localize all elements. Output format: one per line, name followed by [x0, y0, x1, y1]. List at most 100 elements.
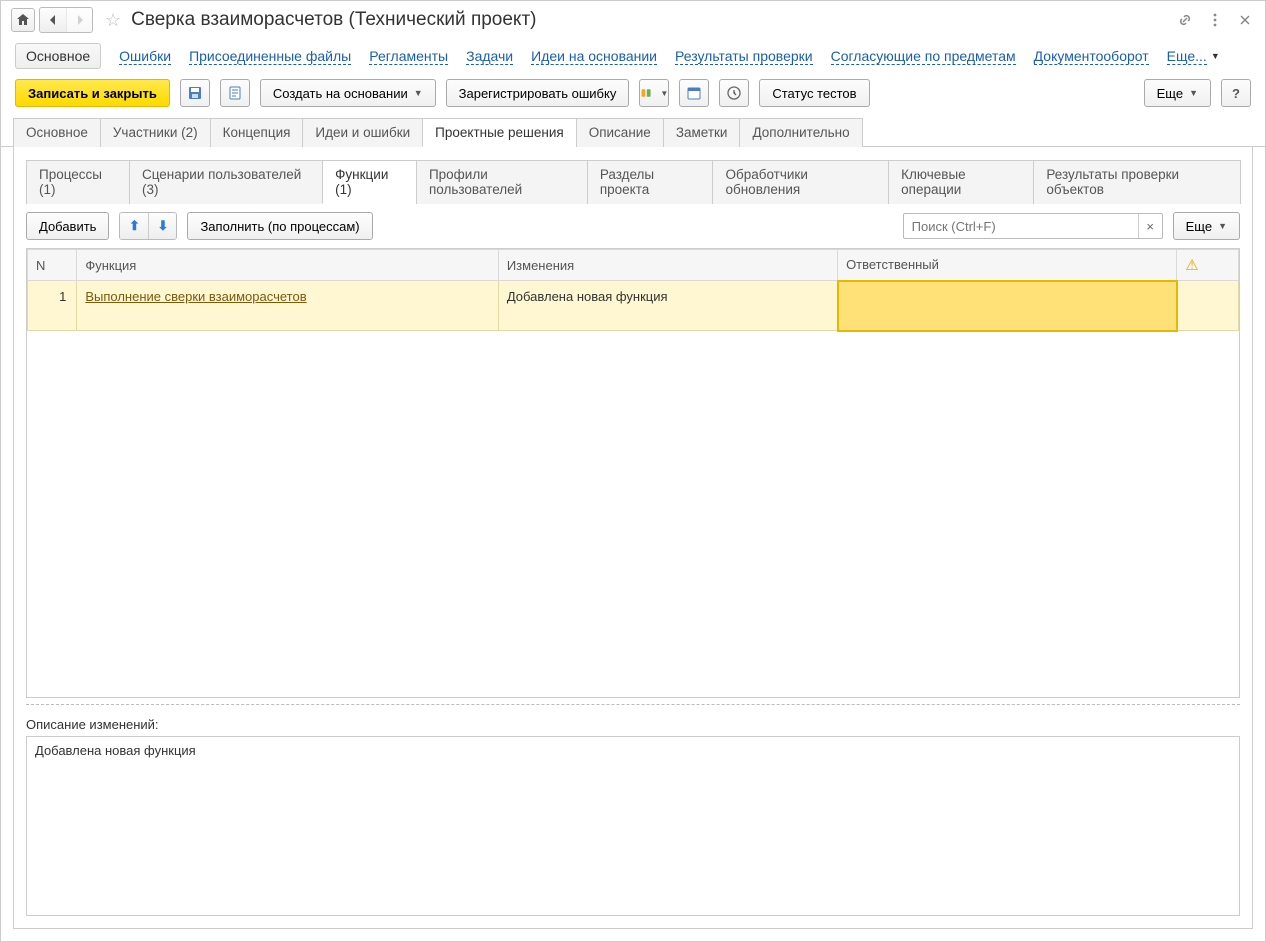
tab-key-operations[interactable]: Ключевые операции [888, 160, 1034, 204]
navlink-active[interactable]: Основное [15, 43, 101, 69]
navlink-files[interactable]: Присоединенные файлы [189, 48, 351, 65]
col-responsible[interactable]: Ответственный [838, 250, 1177, 281]
home-icon [15, 12, 31, 28]
functions-toolbar: Добавить ⬆ ⬇ Заполнить (по процессам) × … [26, 204, 1240, 248]
search-wrap: × [903, 213, 1163, 239]
tab-project-decisions[interactable]: Проектные решения [422, 118, 577, 147]
tab-object-check-results[interactable]: Результаты проверки объектов [1033, 160, 1241, 204]
navlink-tasks[interactable]: Задачи [466, 48, 513, 65]
inner-more-label: Еще [1186, 219, 1212, 234]
functions-table: N Функция Изменения Ответственный ⚠ 1 Вы… [27, 249, 1239, 332]
history-button[interactable] [719, 79, 749, 107]
back-button[interactable] [40, 8, 66, 32]
move-down-button[interactable]: ⬇ [148, 213, 176, 239]
favorite-star-icon[interactable]: ☆ [105, 10, 121, 31]
move-group: ⬆ ⬇ [119, 212, 177, 240]
tab-functions[interactable]: Функции (1) [322, 160, 417, 204]
functions-panel: Добавить ⬆ ⬇ Заполнить (по процессам) × … [26, 204, 1240, 916]
description-label: Описание изменений: [26, 717, 1240, 732]
tests-status-button[interactable]: Статус тестов [759, 79, 869, 107]
functions-table-wrap[interactable]: N Функция Изменения Ответственный ⚠ 1 Вы… [26, 248, 1240, 698]
tab-notes[interactable]: Заметки [663, 118, 741, 147]
arrow-down-icon: ⬇ [158, 218, 169, 234]
cell-responsible[interactable] [838, 281, 1177, 331]
home-button[interactable] [11, 8, 35, 32]
main-tabstrip: Основное Участники (2) Концепция Идеи и … [1, 117, 1265, 147]
tab-participants[interactable]: Участники (2) [100, 118, 211, 147]
register-error-button[interactable]: Зарегистрировать ошибку [446, 79, 630, 107]
tab-concept[interactable]: Концепция [210, 118, 304, 147]
functions-toolbar-right: × Еще ▼ [903, 212, 1240, 240]
main-toolbar: Записать и закрыть Создать на основании … [1, 79, 1265, 117]
chevron-down-icon: ▼ [1211, 51, 1220, 61]
inner-tabstrip: Процессы (1) Сценарии пользователей (3) … [26, 159, 1240, 204]
tab-user-scenarios[interactable]: Сценарии пользователей (3) [129, 160, 323, 204]
create-based-button[interactable]: Создать на основании ▼ [260, 79, 436, 107]
tab-project-sections[interactable]: Разделы проекта [587, 160, 714, 204]
tab-additional[interactable]: Дополнительно [739, 118, 862, 147]
navlink-ideas[interactable]: Идеи на основании [531, 48, 657, 65]
app-window: ☆ Сверка взаиморасчетов (Технический про… [0, 0, 1266, 942]
chevron-down-icon: ▼ [660, 89, 668, 98]
page-title: Сверка взаиморасчетов (Технический проек… [131, 9, 536, 31]
arrow-up-icon: ⬆ [129, 218, 140, 234]
navlink-more-label: Еще... [1167, 48, 1207, 65]
cell-function: Выполнение сверки взаиморасчетов [77, 281, 498, 331]
col-warning[interactable]: ⚠ [1177, 250, 1239, 281]
forward-button[interactable] [66, 8, 92, 32]
kebab-icon [1207, 12, 1223, 28]
clock-icon [726, 85, 742, 101]
col-n[interactable]: N [28, 250, 77, 281]
navlink-docflow[interactable]: Документооборот [1034, 48, 1149, 65]
navlink-regulations[interactable]: Регламенты [369, 48, 448, 65]
chevron-down-icon: ▼ [1218, 221, 1227, 231]
calendar-button[interactable] [679, 79, 709, 107]
tab-update-handlers[interactable]: Обработчики обновления [712, 160, 889, 204]
search-clear-button[interactable]: × [1138, 214, 1162, 238]
link-icon [1177, 12, 1193, 28]
col-function[interactable]: Функция [77, 250, 498, 281]
kebab-menu-button[interactable] [1205, 8, 1225, 32]
link-button[interactable] [1175, 8, 1195, 32]
document-icon [227, 85, 243, 101]
titlebar-right [1175, 8, 1255, 32]
table-header-row: N Функция Изменения Ответственный ⚠ [28, 250, 1239, 281]
tab-user-profiles[interactable]: Профили пользователей [416, 160, 588, 204]
navlink-approvers[interactable]: Согласующие по предметам [831, 48, 1016, 65]
close-button[interactable] [1235, 8, 1255, 32]
arrow-left-icon [45, 12, 61, 28]
navlink-errors[interactable]: Ошибки [119, 48, 171, 65]
report-button[interactable] [220, 79, 250, 107]
save-button[interactable] [180, 79, 210, 107]
navlink-more[interactable]: Еще... ▼ [1167, 48, 1220, 65]
splitter[interactable] [26, 704, 1240, 705]
arrow-right-icon [72, 12, 88, 28]
close-icon [1237, 12, 1253, 28]
compare-button[interactable]: ▼ [639, 79, 669, 107]
fill-by-processes-button[interactable]: Заполнить (по процессам) [187, 212, 372, 240]
function-link[interactable]: Выполнение сверки взаиморасчетов [85, 289, 306, 304]
help-button[interactable]: ? [1221, 79, 1251, 107]
chevron-down-icon: ▼ [414, 88, 423, 98]
tab-ideas-errors[interactable]: Идеи и ошибки [302, 118, 423, 147]
description-textarea[interactable]: Добавлена новая функция [26, 736, 1240, 916]
tab-main[interactable]: Основное [13, 118, 101, 147]
search-input[interactable] [904, 214, 1138, 238]
chevron-down-icon: ▼ [1189, 88, 1198, 98]
section-navlinks: Основное Ошибки Присоединенные файлы Рег… [1, 37, 1265, 79]
table-row[interactable]: 1 Выполнение сверки взаиморасчетов Добав… [28, 281, 1239, 331]
more-button[interactable]: Еще ▼ [1144, 79, 1211, 107]
inner-more-button[interactable]: Еще ▼ [1173, 212, 1240, 240]
tab-processes[interactable]: Процессы (1) [26, 160, 130, 204]
nav-history-group [39, 7, 93, 33]
add-button[interactable]: Добавить [26, 212, 109, 240]
description-text: Добавлена новая функция [35, 743, 196, 758]
navlink-check-results[interactable]: Результаты проверки [675, 48, 813, 65]
calendar-icon [686, 85, 702, 101]
titlebar: ☆ Сверка взаиморасчетов (Технический про… [1, 1, 1265, 37]
tab-description[interactable]: Описание [576, 118, 664, 147]
save-close-button[interactable]: Записать и закрыть [15, 79, 170, 107]
col-changes[interactable]: Изменения [498, 250, 837, 281]
move-up-button[interactable]: ⬆ [120, 213, 148, 239]
create-based-label: Создать на основании [273, 86, 408, 101]
